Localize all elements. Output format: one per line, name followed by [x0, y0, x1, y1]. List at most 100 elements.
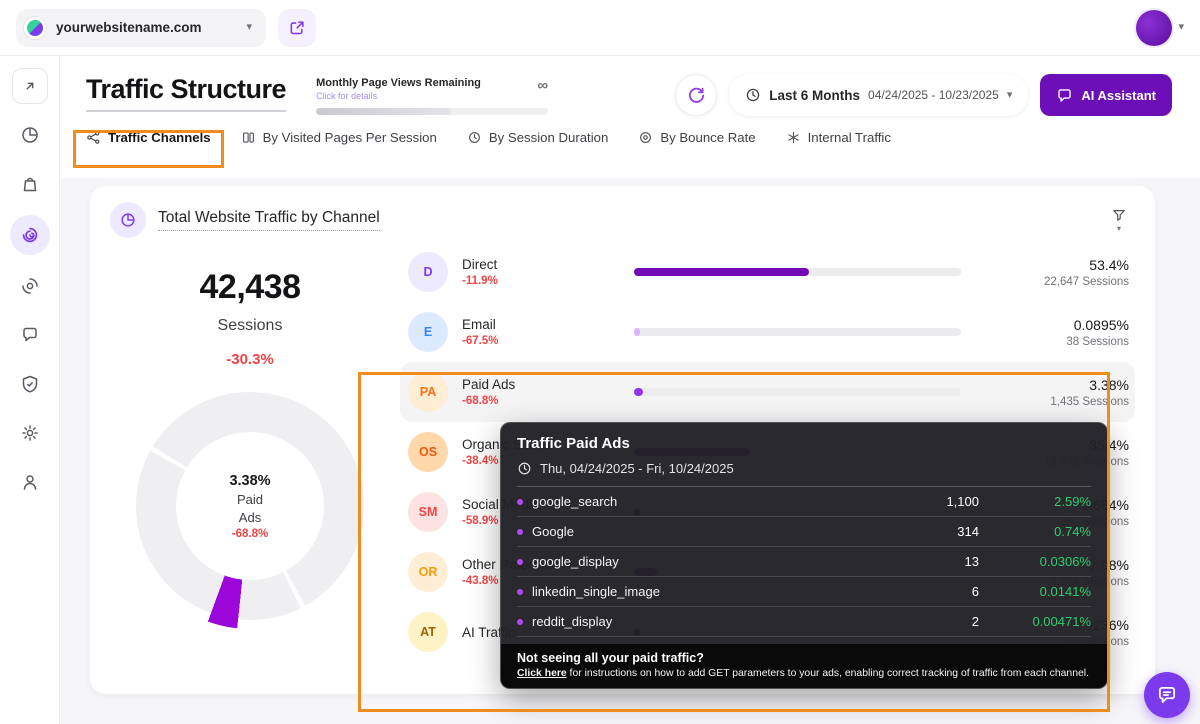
chat-bubble-icon: [1156, 684, 1178, 706]
sidebar-item-feedback[interactable]: [12, 317, 48, 353]
sidebar-expand-button[interactable]: [12, 68, 48, 104]
tooltip-row: google_search 1,100 2.59%: [517, 487, 1091, 517]
site-name: yourwebsitename.com: [56, 20, 236, 35]
tab-internal-traffic[interactable]: Internal Traffic: [786, 130, 891, 145]
bullet-icon: [517, 589, 523, 595]
chevron-down-icon: ▾: [246, 22, 252, 33]
avatar-chevron-icon[interactable]: ▾: [1178, 22, 1184, 33]
person-icon: [20, 472, 40, 492]
tab-session-duration[interactable]: By Session Duration: [467, 130, 608, 145]
refresh-button[interactable]: [675, 74, 717, 116]
chevron-down-icon: ▾: [1007, 90, 1013, 101]
channel-percent: 3.38%: [983, 377, 1129, 393]
channel-sessions: 1,435 Sessions: [983, 396, 1129, 408]
shopping-bag-icon: [20, 174, 40, 194]
external-link-icon: [288, 19, 306, 37]
sidebar-item-traffic[interactable]: [10, 215, 50, 255]
clock-icon: [517, 461, 532, 476]
pages-columns-icon: [241, 130, 256, 145]
card-icon: [110, 202, 146, 238]
user-avatar[interactable]: [1136, 10, 1172, 46]
page-views-label: Monthly Page Views Remaining: [316, 77, 481, 89]
bullet-icon: [517, 619, 523, 625]
target-icon: [638, 130, 653, 145]
view-tabs: Traffic Channels By Visited Pages Per Se…: [60, 116, 1200, 157]
tooltip-row: reddit_display 2 0.00471%: [517, 607, 1091, 637]
channel-donut-chart[interactable]: 3.38% Paid Ads -68.8%: [136, 392, 364, 620]
site-logo-icon: [24, 17, 46, 39]
tooltip-title: Traffic Paid Ads: [517, 435, 1091, 452]
channel-sessions: 38 Sessions: [983, 336, 1129, 348]
expand-icon: [21, 77, 39, 95]
sidebar-item-security[interactable]: [12, 366, 48, 402]
channel-avatar: OR: [408, 552, 448, 592]
channel-sessions: 22,647 Sessions: [983, 276, 1129, 288]
total-summary: 42,438 Sessions -30.3% 3.38% Paid Ads -6…: [110, 242, 390, 662]
pie-chart-icon: [119, 211, 137, 229]
channel-change: -11.9%: [462, 275, 634, 287]
orbit-icon: [20, 276, 40, 296]
page-views-details-link[interactable]: Click for details: [316, 91, 481, 101]
ai-assistant-button[interactable]: AI Assistant: [1040, 74, 1172, 116]
tooltip-footer-title: Not seeing all your paid traffic?: [517, 651, 1091, 665]
channel-name: Paid Ads: [462, 377, 634, 392]
donut-center-label: 3.38% Paid Ads -68.8%: [176, 432, 324, 580]
share-nodes-icon: [86, 130, 101, 145]
sidebar-item-store[interactable]: [12, 166, 48, 202]
channel-bar: [634, 388, 961, 396]
sidebar-item-conversions[interactable]: [12, 268, 48, 304]
channel-avatar: SM: [408, 492, 448, 532]
date-preset: Last 6 Months: [769, 88, 860, 103]
shield-icon: [20, 374, 40, 394]
channel-avatar: OS: [408, 432, 448, 472]
traffic-swirl-icon: [20, 225, 40, 245]
page-header: Traffic Structure Monthly Page Views Rem…: [60, 56, 1200, 116]
channel-change: -68.8%: [462, 395, 634, 407]
bullet-icon: [517, 499, 523, 505]
click-here-link[interactable]: Click here: [517, 668, 567, 679]
channel-bar: [634, 268, 961, 276]
duration-clock-icon: [467, 130, 482, 145]
open-site-button[interactable]: [278, 9, 316, 47]
sidebar-item-audience[interactable]: [12, 464, 48, 500]
filter-button[interactable]: ▾: [1103, 203, 1135, 237]
refresh-icon: [687, 86, 706, 105]
page-title: Traffic Structure: [86, 74, 286, 112]
clock-icon: [745, 87, 761, 103]
total-sessions-label: Sessions: [110, 317, 390, 335]
channel-name: Email: [462, 317, 634, 332]
tooltip-row: google_display 13 0.0306%: [517, 547, 1091, 577]
channel-percent: 0.0895%: [983, 317, 1129, 333]
ai-chat-icon: [1056, 87, 1073, 104]
channel-avatar: PA: [408, 372, 448, 412]
channel-row-direct[interactable]: D Direct -11.9% 53.4% 22,647 Sessions: [400, 242, 1135, 302]
channel-bar: [634, 328, 961, 336]
bullet-icon: [517, 559, 523, 565]
total-sessions-value: 42,438: [110, 268, 390, 307]
tooltip-footer-text: for instructions on how to add GET param…: [567, 668, 1089, 679]
channel-row-email[interactable]: E Email -67.5% 0.0895% 38 Sessions: [400, 302, 1135, 362]
site-selector[interactable]: yourwebsitename.com ▾: [16, 9, 266, 47]
tooltip-date-range: Thu, 04/24/2025 - Fri, 10/24/2025: [540, 461, 734, 476]
chevron-down-icon: ▾: [1117, 224, 1121, 233]
date-range-picker[interactable]: Last 6 Months 04/24/2025 - 10/23/2025 ▾: [729, 74, 1028, 116]
tab-bounce-rate[interactable]: By Bounce Rate: [638, 130, 755, 145]
tab-visited-pages[interactable]: By Visited Pages Per Session: [241, 130, 437, 145]
channel-avatar: D: [408, 252, 448, 292]
channel-change: -67.5%: [462, 335, 634, 347]
total-change: -30.3%: [110, 351, 390, 368]
channel-row-paid-ads[interactable]: PA Paid Ads -68.8% 3.38% 1,435 Sessions: [400, 362, 1135, 422]
sidebar-item-analytics[interactable]: [12, 117, 48, 153]
tooltip-row: Google 314 0.74%: [517, 517, 1091, 547]
channel-name: Direct: [462, 257, 634, 272]
date-range-value: 04/24/2025 - 10/23/2025: [868, 88, 999, 102]
topbar: yourwebsitename.com ▾ ▾: [0, 0, 1200, 56]
infinity-value: ∞: [537, 77, 548, 94]
sidebar-item-settings[interactable]: [12, 415, 48, 451]
chat-fab-button[interactable]: [1144, 672, 1190, 718]
channel-percent: 53.4%: [983, 257, 1129, 273]
tooltip-row: linkedin_single_image 6 0.0141%: [517, 577, 1091, 607]
asterisk-icon: [786, 130, 801, 145]
page-views-widget[interactable]: Monthly Page Views Remaining Click for d…: [316, 77, 548, 115]
tab-traffic-channels[interactable]: Traffic Channels: [86, 130, 211, 145]
